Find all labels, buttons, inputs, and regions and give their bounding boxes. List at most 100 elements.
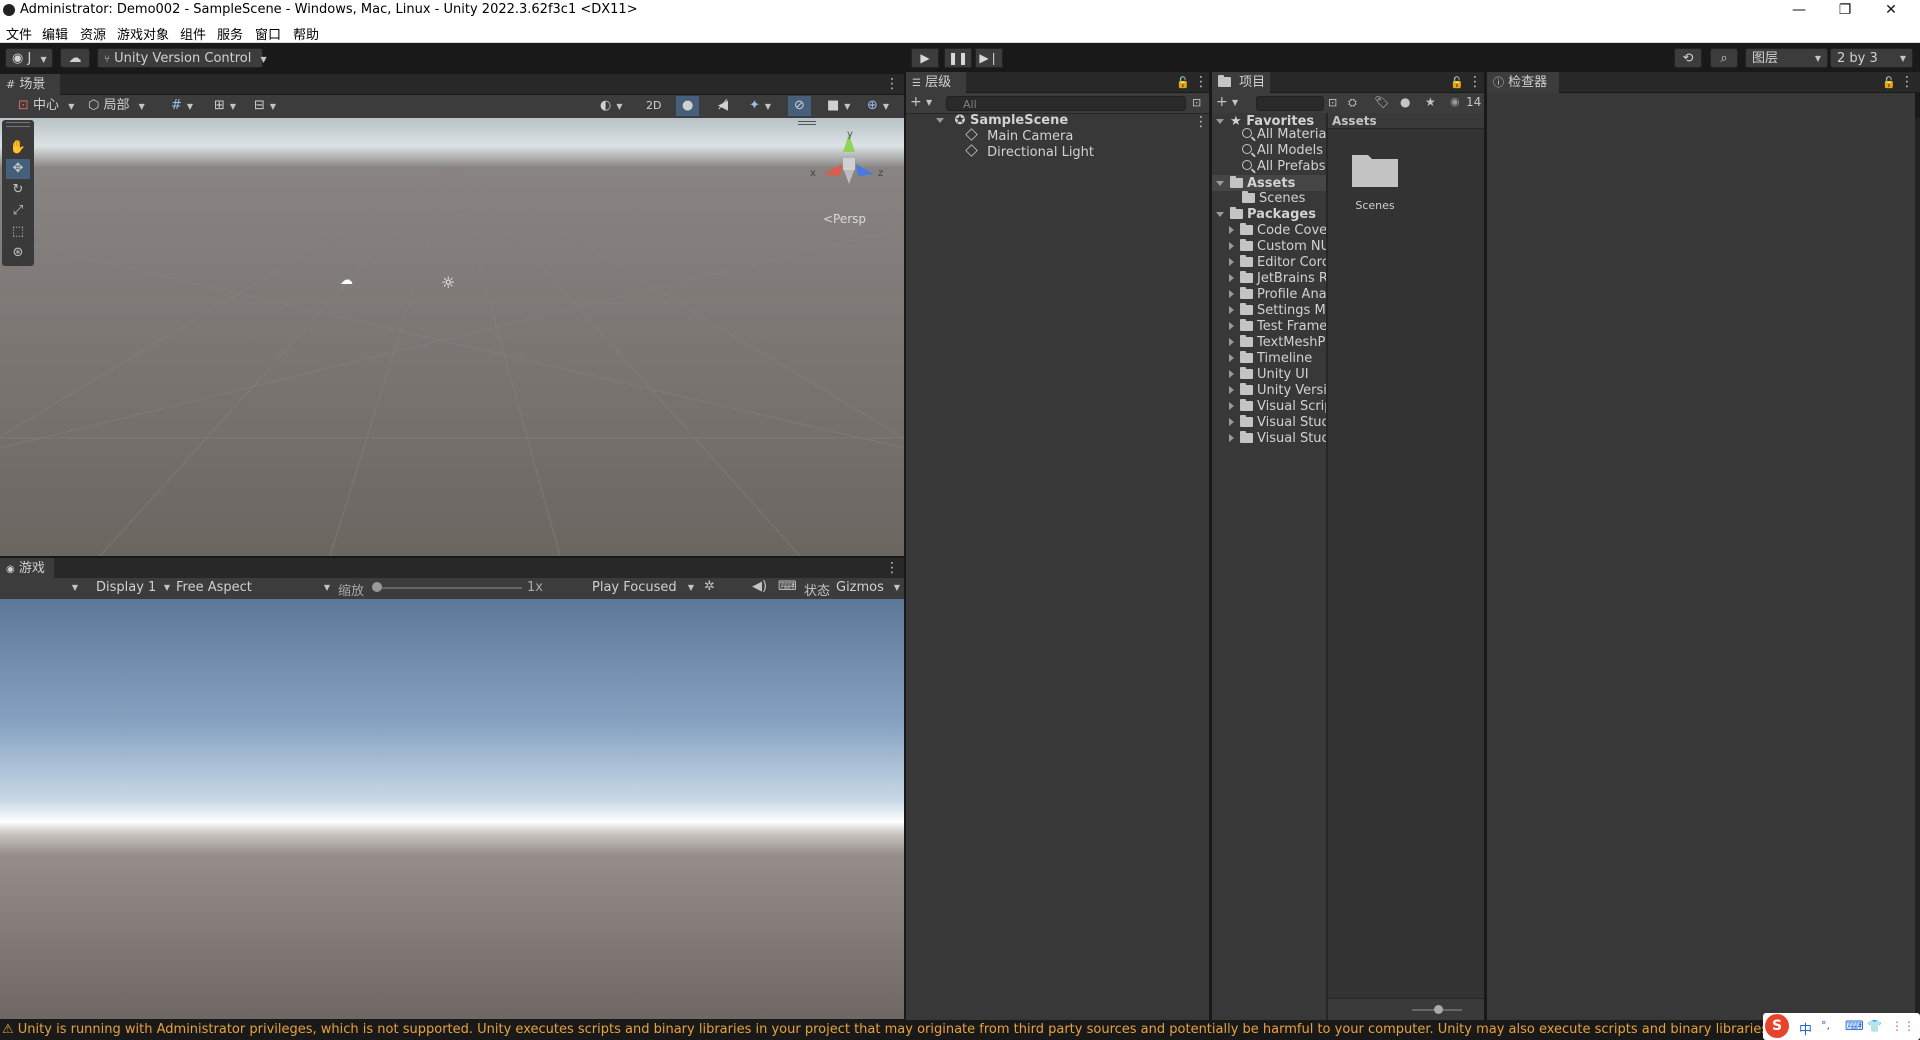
tab-project[interactable]: 项目 — [1212, 72, 1270, 93]
lighting-toggle[interactable]: ● — [676, 96, 700, 116]
camera-dropdown[interactable]: ■ ▼ — [823, 96, 855, 116]
inspector-scrollbar[interactable] — [1915, 118, 1920, 1020]
scene-panel-menu[interactable]: ⋮ — [885, 77, 899, 91]
ime-punctuation-mode[interactable]: °, — [1821, 1019, 1830, 1032]
hidden-packages-eye-icon[interactable]: ◉ — [1450, 95, 1460, 108]
ime-chinese-mode[interactable]: 中 — [1799, 1019, 1812, 1038]
package-item[interactable]: Unity Versic — [1229, 383, 1326, 398]
favorite-item[interactable]: All Material — [1242, 127, 1326, 142]
tab-hierarchy[interactable]: ☰ 层级 — [906, 72, 966, 93]
camera-gizmo-icon[interactable]: ☁ — [340, 273, 353, 288]
package-item[interactable]: JetBrains Ri — [1229, 271, 1326, 286]
aspect-dropdown[interactable]: Free Aspect ▼ — [172, 578, 334, 598]
scale-slider-handle[interactable] — [372, 582, 382, 592]
layout-dropdown[interactable]: 2 by 3 ▼ — [1830, 48, 1913, 68]
package-item[interactable]: Editor Corc — [1229, 255, 1326, 270]
ime-toolbox-icon[interactable]: ⋮⋮ — [1891, 1019, 1915, 1033]
undo-history-button[interactable]: ⟲ — [1674, 48, 1702, 68]
package-item[interactable]: Unity UI — [1229, 367, 1309, 382]
menu-gameobject[interactable]: 游戏对象 — [117, 24, 169, 43]
scale-tool-icon[interactable]: ⤢ — [6, 201, 30, 221]
game-gizmos-dropdown[interactable]: Gizmos ▼ — [834, 578, 904, 598]
cloud-button[interactable]: ☁ — [60, 48, 90, 68]
hierarchy-item-directional-light[interactable]: Directional Light — [965, 144, 1094, 160]
gizmos-dropdown[interactable]: ⊕ ▼ — [863, 96, 894, 116]
orientation-gizmo[interactable] — [800, 130, 890, 190]
version-control-button[interactable]: ⑂ Unity Version Control ▼ — [97, 48, 267, 68]
chevron-down-icon[interactable]: ▼ — [1232, 98, 1238, 107]
layers-dropdown[interactable]: 图层 ▼ — [1745, 48, 1828, 68]
packages-folder[interactable]: Packages — [1216, 207, 1316, 222]
package-item[interactable]: Visual Studi — [1229, 415, 1326, 430]
status-bar[interactable]: ⚠ Unity is running with Administrator pr… — [0, 1020, 1920, 1040]
scene-item-menu[interactable]: ⋮ — [1194, 115, 1208, 129]
scene-viewport[interactable]: ✋ ✥ ↻ ⤢ ⬚ ⊛ y x z <Persp ☁ ☼ — [0, 118, 904, 556]
sun-light-icon[interactable]: ☼ — [441, 273, 455, 292]
chevron-down-icon[interactable]: ▼ — [926, 98, 932, 107]
sogou-logo-icon[interactable]: S — [1765, 1014, 1789, 1038]
keyboard-icon[interactable]: ⌨ — [778, 579, 797, 594]
play-mode-dropdown[interactable]: Play Focused ▼ — [590, 578, 698, 598]
draw-mode-dropdown[interactable]: ◐ ▼ — [596, 96, 627, 116]
hand-tool-icon[interactable]: ✋ — [6, 138, 30, 158]
assets-child-folder[interactable]: Scenes — [1242, 191, 1305, 206]
lock-icon[interactable]: 🔓 — [1882, 76, 1896, 89]
game-viewport[interactable] — [0, 599, 904, 1019]
game-view-dropdown[interactable]: ▼ — [8, 578, 82, 598]
pivot-dropdown[interactable]: ⊡ 中心 ▼ — [14, 96, 79, 116]
tab-scene[interactable]: # 场景 — [0, 74, 60, 95]
filter-type-icon[interactable]: ⛭ — [1348, 96, 1357, 110]
package-item[interactable]: Settings Ma — [1229, 303, 1326, 318]
audio-icon[interactable]: ◀) — [752, 579, 767, 594]
audio-toggle[interactable]: ◀̸ — [712, 96, 734, 116]
ime-keyboard-icon[interactable]: ⌨ — [1845, 1019, 1864, 1034]
transform-tool-icon[interactable]: ⊛ — [6, 243, 30, 263]
visibility-toggle[interactable]: ⊘ — [788, 96, 811, 116]
inspector-panel-menu[interactable]: ⋮ — [1900, 75, 1914, 89]
favorite-item[interactable]: All Prefabs — [1242, 159, 1326, 174]
menu-window[interactable]: 窗口 — [255, 24, 281, 43]
filter-label-icon[interactable]: 🏷 — [1374, 95, 1389, 109]
icon-size-slider-handle[interactable] — [1434, 1005, 1443, 1014]
scale-slider-track[interactable] — [374, 587, 522, 589]
tab-game[interactable]: ◉ 游戏 — [0, 558, 54, 579]
search-options-icon[interactable]: ⊡ — [1192, 96, 1201, 109]
package-item[interactable]: Visual Studi — [1229, 431, 1326, 446]
rotate-tool-icon[interactable]: ↻ — [6, 180, 30, 200]
project-search-input[interactable] — [1256, 96, 1324, 111]
rect-tool-icon[interactable]: ⬚ — [6, 222, 30, 242]
menu-assets[interactable]: 资源 — [80, 24, 106, 43]
step-button[interactable]: ▶❘ — [975, 48, 1003, 68]
package-item[interactable]: Timeline — [1229, 351, 1312, 366]
package-item[interactable]: TextMeshPr — [1229, 335, 1326, 350]
assets-folder[interactable]: Assets — [1216, 176, 1295, 191]
scene-root-item[interactable]: ✪ SampleScene — [936, 113, 1068, 128]
palette-handle[interactable] — [6, 122, 30, 127]
menu-file[interactable]: 文件 — [6, 24, 32, 43]
create-plus-icon[interactable]: + — [1216, 94, 1228, 110]
pause-button[interactable]: ❚❚ — [944, 48, 972, 68]
space-dropdown[interactable]: ⬡ 局部 ▼ — [84, 96, 149, 116]
ime-skin-icon[interactable]: 👕 — [1867, 1019, 1882, 1033]
package-item[interactable]: Profile Anal — [1229, 287, 1326, 302]
effects-dropdown[interactable]: ✦ ▼ — [745, 96, 776, 116]
menu-help[interactable]: 帮助 — [293, 24, 319, 43]
minimize-button[interactable]: — — [1776, 0, 1822, 21]
menu-edit[interactable]: 编辑 — [42, 24, 68, 43]
create-plus-icon[interactable]: + — [910, 94, 922, 110]
hierarchy-item-main-camera[interactable]: Main Camera — [965, 128, 1073, 144]
stats-toggle[interactable]: 状态 — [804, 580, 830, 599]
tab-inspector[interactable]: ⓘ 检查器 — [1487, 72, 1559, 93]
bug-icon[interactable]: ✲ — [704, 579, 715, 594]
increment-snap-toggle[interactable]: ⊟ ▼ — [250, 96, 281, 116]
package-item[interactable]: Visual Scrip — [1229, 399, 1326, 414]
display-dropdown[interactable]: Display 1 ▼ — [92, 578, 174, 598]
game-panel-menu[interactable]: ⋮ — [885, 561, 899, 575]
hierarchy-panel-menu[interactable]: ⋮ — [1194, 75, 1208, 89]
menu-services[interactable]: 服务 — [217, 24, 243, 43]
package-item[interactable]: Test Frame\ — [1229, 319, 1326, 334]
lock-icon[interactable]: 🔓 — [1450, 76, 1464, 89]
gizmo-menu-icon[interactable] — [798, 121, 816, 122]
hierarchy-search-input[interactable]: All — [946, 96, 1186, 111]
search-options-icon[interactable]: ⊡ — [1328, 96, 1337, 109]
